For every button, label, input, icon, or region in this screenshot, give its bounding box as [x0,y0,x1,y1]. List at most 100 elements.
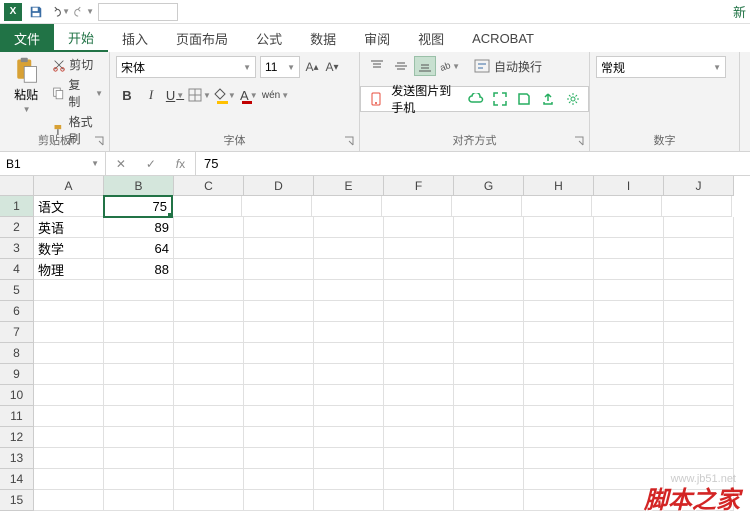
cell[interactable] [594,448,664,469]
cell[interactable] [174,406,244,427]
cell[interactable] [454,469,524,490]
row-header[interactable]: 12 [0,427,34,448]
cell[interactable] [384,490,454,511]
cell[interactable] [524,259,594,280]
row-header[interactable]: 2 [0,217,34,238]
settings-icon[interactable] [564,89,582,109]
column-header[interactable]: F [384,176,454,196]
cell[interactable] [104,406,174,427]
cell[interactable] [384,448,454,469]
cell[interactable] [454,343,524,364]
cell[interactable] [454,301,524,322]
row-header[interactable]: 15 [0,490,34,511]
font-name-select[interactable]: 宋体▼ [116,56,256,78]
send-to-phone-icon[interactable] [367,89,385,109]
copy-button[interactable]: 复制▼ [52,76,103,110]
cell[interactable] [34,364,104,385]
cell[interactable] [384,301,454,322]
cell[interactable] [594,280,664,301]
cell[interactable] [454,448,524,469]
cell[interactable] [104,322,174,343]
column-header[interactable]: J [664,176,734,196]
column-header[interactable]: H [524,176,594,196]
cell[interactable] [452,196,522,217]
align-top-icon[interactable] [366,56,388,76]
cell[interactable] [314,448,384,469]
phonetic-button[interactable]: wén▼ [262,84,289,106]
cell[interactable] [384,259,454,280]
confirm-icon[interactable]: ✓ [146,157,156,171]
cell[interactable] [524,217,594,238]
fx-icon[interactable]: fx [176,157,185,171]
cell[interactable] [104,469,174,490]
cell[interactable] [174,385,244,406]
cell[interactable] [174,448,244,469]
dialog-launcher-icon[interactable] [93,135,105,147]
cell[interactable] [34,406,104,427]
cut-button[interactable]: 剪切 [52,56,103,73]
fill-color-button[interactable]: ▼ [213,84,236,106]
align-bottom-icon[interactable] [414,56,436,76]
cell[interactable] [664,385,734,406]
cell[interactable] [664,322,734,343]
cell[interactable] [314,385,384,406]
cell[interactable] [104,280,174,301]
cell[interactable] [524,343,594,364]
tab-6[interactable]: 视图 [404,24,458,52]
cell[interactable] [104,385,174,406]
tab-5[interactable]: 审阅 [350,24,404,52]
cell[interactable] [594,469,664,490]
cell[interactable] [314,406,384,427]
cell[interactable] [34,490,104,511]
cell[interactable] [314,238,384,259]
cell[interactable] [314,427,384,448]
align-middle-icon[interactable] [390,56,412,76]
cell[interactable] [524,364,594,385]
cell[interactable] [524,322,594,343]
cell[interactable] [594,385,664,406]
tab-7[interactable]: ACROBAT [458,24,548,52]
redo-icon[interactable]: ▼ [74,2,94,22]
cell[interactable] [244,217,314,238]
cell[interactable] [244,343,314,364]
cell[interactable] [664,427,734,448]
cell[interactable] [244,322,314,343]
cell[interactable] [664,280,734,301]
row-header[interactable]: 13 [0,448,34,469]
cell[interactable] [594,406,664,427]
row-header[interactable]: 3 [0,238,34,259]
cell[interactable] [244,427,314,448]
cell[interactable] [242,196,312,217]
select-all-corner[interactable] [0,176,34,196]
cell[interactable] [174,238,244,259]
formula-input[interactable]: 75 [196,152,750,175]
dialog-launcher-icon[interactable] [343,135,355,147]
cell[interactable] [384,385,454,406]
cell[interactable] [454,238,524,259]
fullscreen-icon[interactable] [491,89,509,109]
cell[interactable] [454,490,524,511]
cancel-icon[interactable]: ✕ [116,157,126,171]
number-format-select[interactable]: 常规▼ [596,56,726,78]
cell[interactable] [454,427,524,448]
row-header[interactable]: 8 [0,343,34,364]
cell[interactable] [34,385,104,406]
cell[interactable] [664,448,734,469]
cell[interactable] [104,448,174,469]
cell[interactable] [594,217,664,238]
cell[interactable] [524,469,594,490]
cell[interactable] [524,385,594,406]
column-header[interactable]: I [594,176,664,196]
cell[interactable] [594,364,664,385]
cell[interactable] [244,385,314,406]
cell[interactable] [314,364,384,385]
orientation-icon[interactable]: ab▼ [438,56,460,76]
increase-font-icon[interactable]: A▴ [304,59,320,75]
cell[interactable] [594,322,664,343]
row-header[interactable]: 9 [0,364,34,385]
cell[interactable] [384,406,454,427]
column-header[interactable]: A [34,176,104,196]
dialog-launcher-icon[interactable] [573,135,585,147]
cell[interactable] [244,301,314,322]
cell[interactable] [594,490,664,511]
